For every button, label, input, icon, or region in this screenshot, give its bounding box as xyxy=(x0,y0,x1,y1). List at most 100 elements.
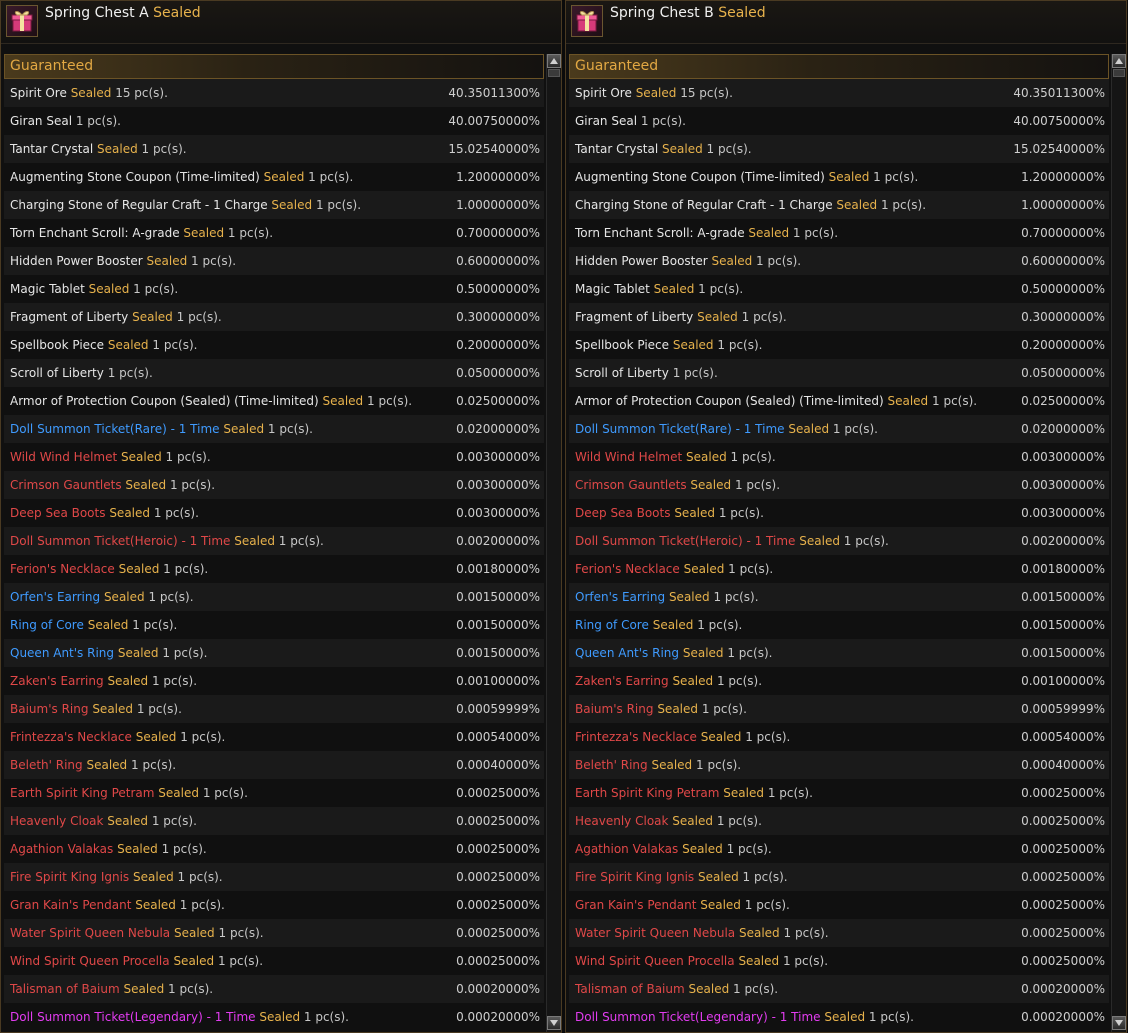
arrow-up-icon xyxy=(550,58,558,64)
list-item[interactable]: Doll Summon Ticket(Legendary) - 1 Time S… xyxy=(4,1003,544,1031)
drop-chance: 0.00200000% xyxy=(456,534,540,548)
list-item[interactable]: Wind Spirit Queen Procella Sealed 1 pc(s… xyxy=(4,947,544,975)
list-item[interactable]: Agathion Valakas Sealed 1 pc(s). 0.000250… xyxy=(569,835,1109,863)
sealed-tag: Sealed xyxy=(653,282,695,296)
list-item[interactable]: Fire Spirit King Ignis Sealed 1 pc(s). 0.… xyxy=(4,863,544,891)
list-item[interactable]: Agathion Valakas Sealed 1 pc(s). 0.000250… xyxy=(4,835,544,863)
drop-chance: 0.30000000% xyxy=(1021,310,1105,324)
scrollbar[interactable] xyxy=(1111,54,1126,1032)
list-item[interactable]: Giran Seal 1 pc(s). 40.00750000% xyxy=(569,107,1109,135)
list-item[interactable]: Water Spirit Queen Nebula Sealed 1 pc(s)… xyxy=(569,919,1109,947)
item-quantity: 1 pc(s). xyxy=(728,562,774,576)
list-item[interactable]: Earth Spirit King Petram Sealed 1 pc(s).… xyxy=(569,779,1109,807)
list-item[interactable]: Spirit Ore Sealed 15 pc(s). 40.35011300% xyxy=(4,79,544,107)
list-item[interactable]: Baium's Ring Sealed 1 pc(s). 0.00059999% xyxy=(4,695,544,723)
list-item[interactable]: Earth Spirit King Petram Sealed 1 pc(s).… xyxy=(4,779,544,807)
list-item[interactable]: Wind Spirit Queen Procella Sealed 1 pc(s… xyxy=(569,947,1109,975)
list-item[interactable]: Ferion's Necklace Sealed 1 pc(s). 0.00180… xyxy=(4,555,544,583)
list-item[interactable]: Talisman of Baium Sealed 1 pc(s). 0.00020… xyxy=(569,975,1109,1003)
scroll-up-button[interactable] xyxy=(1112,54,1126,68)
list-item[interactable]: Spellbook Piece Sealed 1 pc(s). 0.2000000… xyxy=(4,331,544,359)
item-label: Earth Spirit King Petram Sealed 1 pc(s). xyxy=(575,779,813,807)
item-quantity: 1 pc(s). xyxy=(698,282,744,296)
list-item[interactable]: Wild Wind Helmet Sealed 1 pc(s). 0.003000… xyxy=(569,443,1109,471)
item-label: Fragment of Liberty Sealed 1 pc(s). xyxy=(10,303,222,331)
drop-chance: 0.70000000% xyxy=(1021,226,1105,240)
list-item[interactable]: Doll Summon Ticket(Rare) - 1 Time Sealed… xyxy=(569,415,1109,443)
list-item[interactable]: Tantar Crystal Sealed 1 pc(s). 15.0254000… xyxy=(4,135,544,163)
list-item[interactable]: Augmenting Stone Coupon (Time-limited) S… xyxy=(4,163,544,191)
item-label: Deep Sea Boots Sealed 1 pc(s). xyxy=(575,499,764,527)
scroll-up-button[interactable] xyxy=(547,54,561,68)
item-name: Magic Tablet xyxy=(10,282,85,296)
list-item[interactable]: Crimson Gauntlets Sealed 1 pc(s). 0.00300… xyxy=(569,471,1109,499)
list-item[interactable]: Gran Kain's Pendant Sealed 1 pc(s). 0.000… xyxy=(569,891,1109,919)
list-item[interactable]: Doll Summon Ticket(Heroic) - 1 Time Seal… xyxy=(569,527,1109,555)
list-item[interactable]: Ring of Core Sealed 1 pc(s). 0.00150000% xyxy=(569,611,1109,639)
list-item[interactable]: Magic Tablet Sealed 1 pc(s). 0.50000000% xyxy=(4,275,544,303)
list-item[interactable]: Torn Enchant Scroll: A-grade Sealed 1 pc… xyxy=(569,219,1109,247)
item-quantity: 1 pc(s). xyxy=(75,114,121,128)
list-item[interactable]: Deep Sea Boots Sealed 1 pc(s). 0.00300000… xyxy=(569,499,1109,527)
list-item[interactable]: Ring of Core Sealed 1 pc(s). 0.00150000% xyxy=(4,611,544,639)
drop-chance: 0.02000000% xyxy=(456,422,540,436)
list-item[interactable]: Hidden Power Booster Sealed 1 pc(s). 0.60… xyxy=(4,247,544,275)
sealed-tag: Sealed xyxy=(799,534,840,548)
list-item[interactable]: Zaken's Earring Sealed 1 pc(s). 0.0010000… xyxy=(569,667,1109,695)
list-item[interactable]: Zaken's Earring Sealed 1 pc(s). 0.0010000… xyxy=(4,667,544,695)
sealed-tag: Sealed xyxy=(674,506,715,520)
sealed-tag: Sealed xyxy=(682,842,723,856)
list-item[interactable]: Magic Tablet Sealed 1 pc(s). 0.50000000% xyxy=(569,275,1109,303)
list-item[interactable]: Charging Stone of Regular Craft - 1 Char… xyxy=(4,191,544,219)
list-item[interactable]: Torn Enchant Scroll: A-grade Sealed 1 pc… xyxy=(4,219,544,247)
list-item[interactable]: Augmenting Stone Coupon (Time-limited) S… xyxy=(569,163,1109,191)
item-label: Armor of Protection Coupon (Sealed) (Tim… xyxy=(575,387,977,415)
list-item[interactable]: Hidden Power Booster Sealed 1 pc(s). 0.60… xyxy=(569,247,1109,275)
list-item[interactable]: Orfen's Earring Sealed 1 pc(s). 0.0015000… xyxy=(4,583,544,611)
list-item[interactable]: Wild Wind Helmet Sealed 1 pc(s). 0.003000… xyxy=(4,443,544,471)
list-item[interactable]: Water Spirit Queen Nebula Sealed 1 pc(s)… xyxy=(4,919,544,947)
scroll-thumb[interactable] xyxy=(1113,69,1125,77)
drop-chance: 0.00025000% xyxy=(456,898,540,912)
drop-chance: 1.00000000% xyxy=(1021,198,1105,212)
list-item[interactable]: Frintezza's Necklace Sealed 1 pc(s). 0.00… xyxy=(569,723,1109,751)
list-item[interactable]: Beleth' Ring Sealed 1 pc(s). 0.00040000% xyxy=(569,751,1109,779)
list-item[interactable]: Deep Sea Boots Sealed 1 pc(s). 0.00300000… xyxy=(4,499,544,527)
list-item[interactable]: Armor of Protection Coupon (Sealed) (Tim… xyxy=(4,387,544,415)
sealed-tag: Sealed xyxy=(828,170,870,184)
list-item[interactable]: Queen Ant's Ring Sealed 1 pc(s). 0.001500… xyxy=(4,639,544,667)
item-label: Orfen's Earring Sealed 1 pc(s). xyxy=(10,583,194,611)
list-item[interactable]: Spirit Ore Sealed 15 pc(s). 40.35011300% xyxy=(569,79,1109,107)
list-item[interactable]: Talisman of Baium Sealed 1 pc(s). 0.00020… xyxy=(4,975,544,1003)
list-item[interactable]: Tantar Crystal Sealed 1 pc(s). 15.0254000… xyxy=(569,135,1109,163)
scrollbar[interactable] xyxy=(546,54,561,1032)
list-item[interactable]: Crimson Gauntlets Sealed 1 pc(s). 0.00300… xyxy=(4,471,544,499)
list-item[interactable]: Ferion's Necklace Sealed 1 pc(s). 0.00180… xyxy=(569,555,1109,583)
list-item[interactable]: Armor of Protection Coupon (Sealed) (Tim… xyxy=(569,387,1109,415)
list-item[interactable]: Doll Summon Ticket(Legendary) - 1 Time S… xyxy=(569,1003,1109,1031)
list-item[interactable]: Fragment of Liberty Sealed 1 pc(s). 0.300… xyxy=(569,303,1109,331)
item-quantity: 1 pc(s). xyxy=(718,506,764,520)
list-item[interactable]: Gran Kain's Pendant Sealed 1 pc(s). 0.000… xyxy=(4,891,544,919)
list-item[interactable]: Beleth' Ring Sealed 1 pc(s). 0.00040000% xyxy=(4,751,544,779)
list-item[interactable]: Scroll of Liberty 1 pc(s). 0.05000000% xyxy=(569,359,1109,387)
list-item[interactable]: Spellbook Piece Sealed 1 pc(s). 0.2000000… xyxy=(569,331,1109,359)
scroll-down-button[interactable] xyxy=(1112,1016,1126,1030)
list-item[interactable]: Giran Seal 1 pc(s). 40.00750000% xyxy=(4,107,544,135)
list-item[interactable]: Doll Summon Ticket(Heroic) - 1 Time Seal… xyxy=(4,527,544,555)
list-item[interactable]: Baium's Ring Sealed 1 pc(s). 0.00059999% xyxy=(569,695,1109,723)
item-name: Beleth' Ring xyxy=(575,758,648,772)
scroll-thumb[interactable] xyxy=(548,69,560,77)
list-item[interactable]: Orfen's Earring Sealed 1 pc(s). 0.0015000… xyxy=(569,583,1109,611)
list-item[interactable]: Heavenly Cloak Sealed 1 pc(s). 0.00025000… xyxy=(4,807,544,835)
list-item[interactable]: Fire Spirit King Ignis Sealed 1 pc(s). 0.… xyxy=(569,863,1109,891)
list-item[interactable]: Fragment of Liberty Sealed 1 pc(s). 0.300… xyxy=(4,303,544,331)
list-item[interactable]: Charging Stone of Regular Craft - 1 Char… xyxy=(569,191,1109,219)
list-item[interactable]: Heavenly Cloak Sealed 1 pc(s). 0.00025000… xyxy=(569,807,1109,835)
list-item[interactable]: Frintezza's Necklace Sealed 1 pc(s). 0.00… xyxy=(4,723,544,751)
list-item[interactable]: Scroll of Liberty 1 pc(s). 0.05000000% xyxy=(4,359,544,387)
scroll-down-button[interactable] xyxy=(547,1016,561,1030)
item-name: Queen Ant's Ring xyxy=(575,646,680,660)
list-item[interactable]: Queen Ant's Ring Sealed 1 pc(s). 0.001500… xyxy=(569,639,1109,667)
list-item[interactable]: Doll Summon Ticket(Rare) - 1 Time Sealed… xyxy=(4,415,544,443)
